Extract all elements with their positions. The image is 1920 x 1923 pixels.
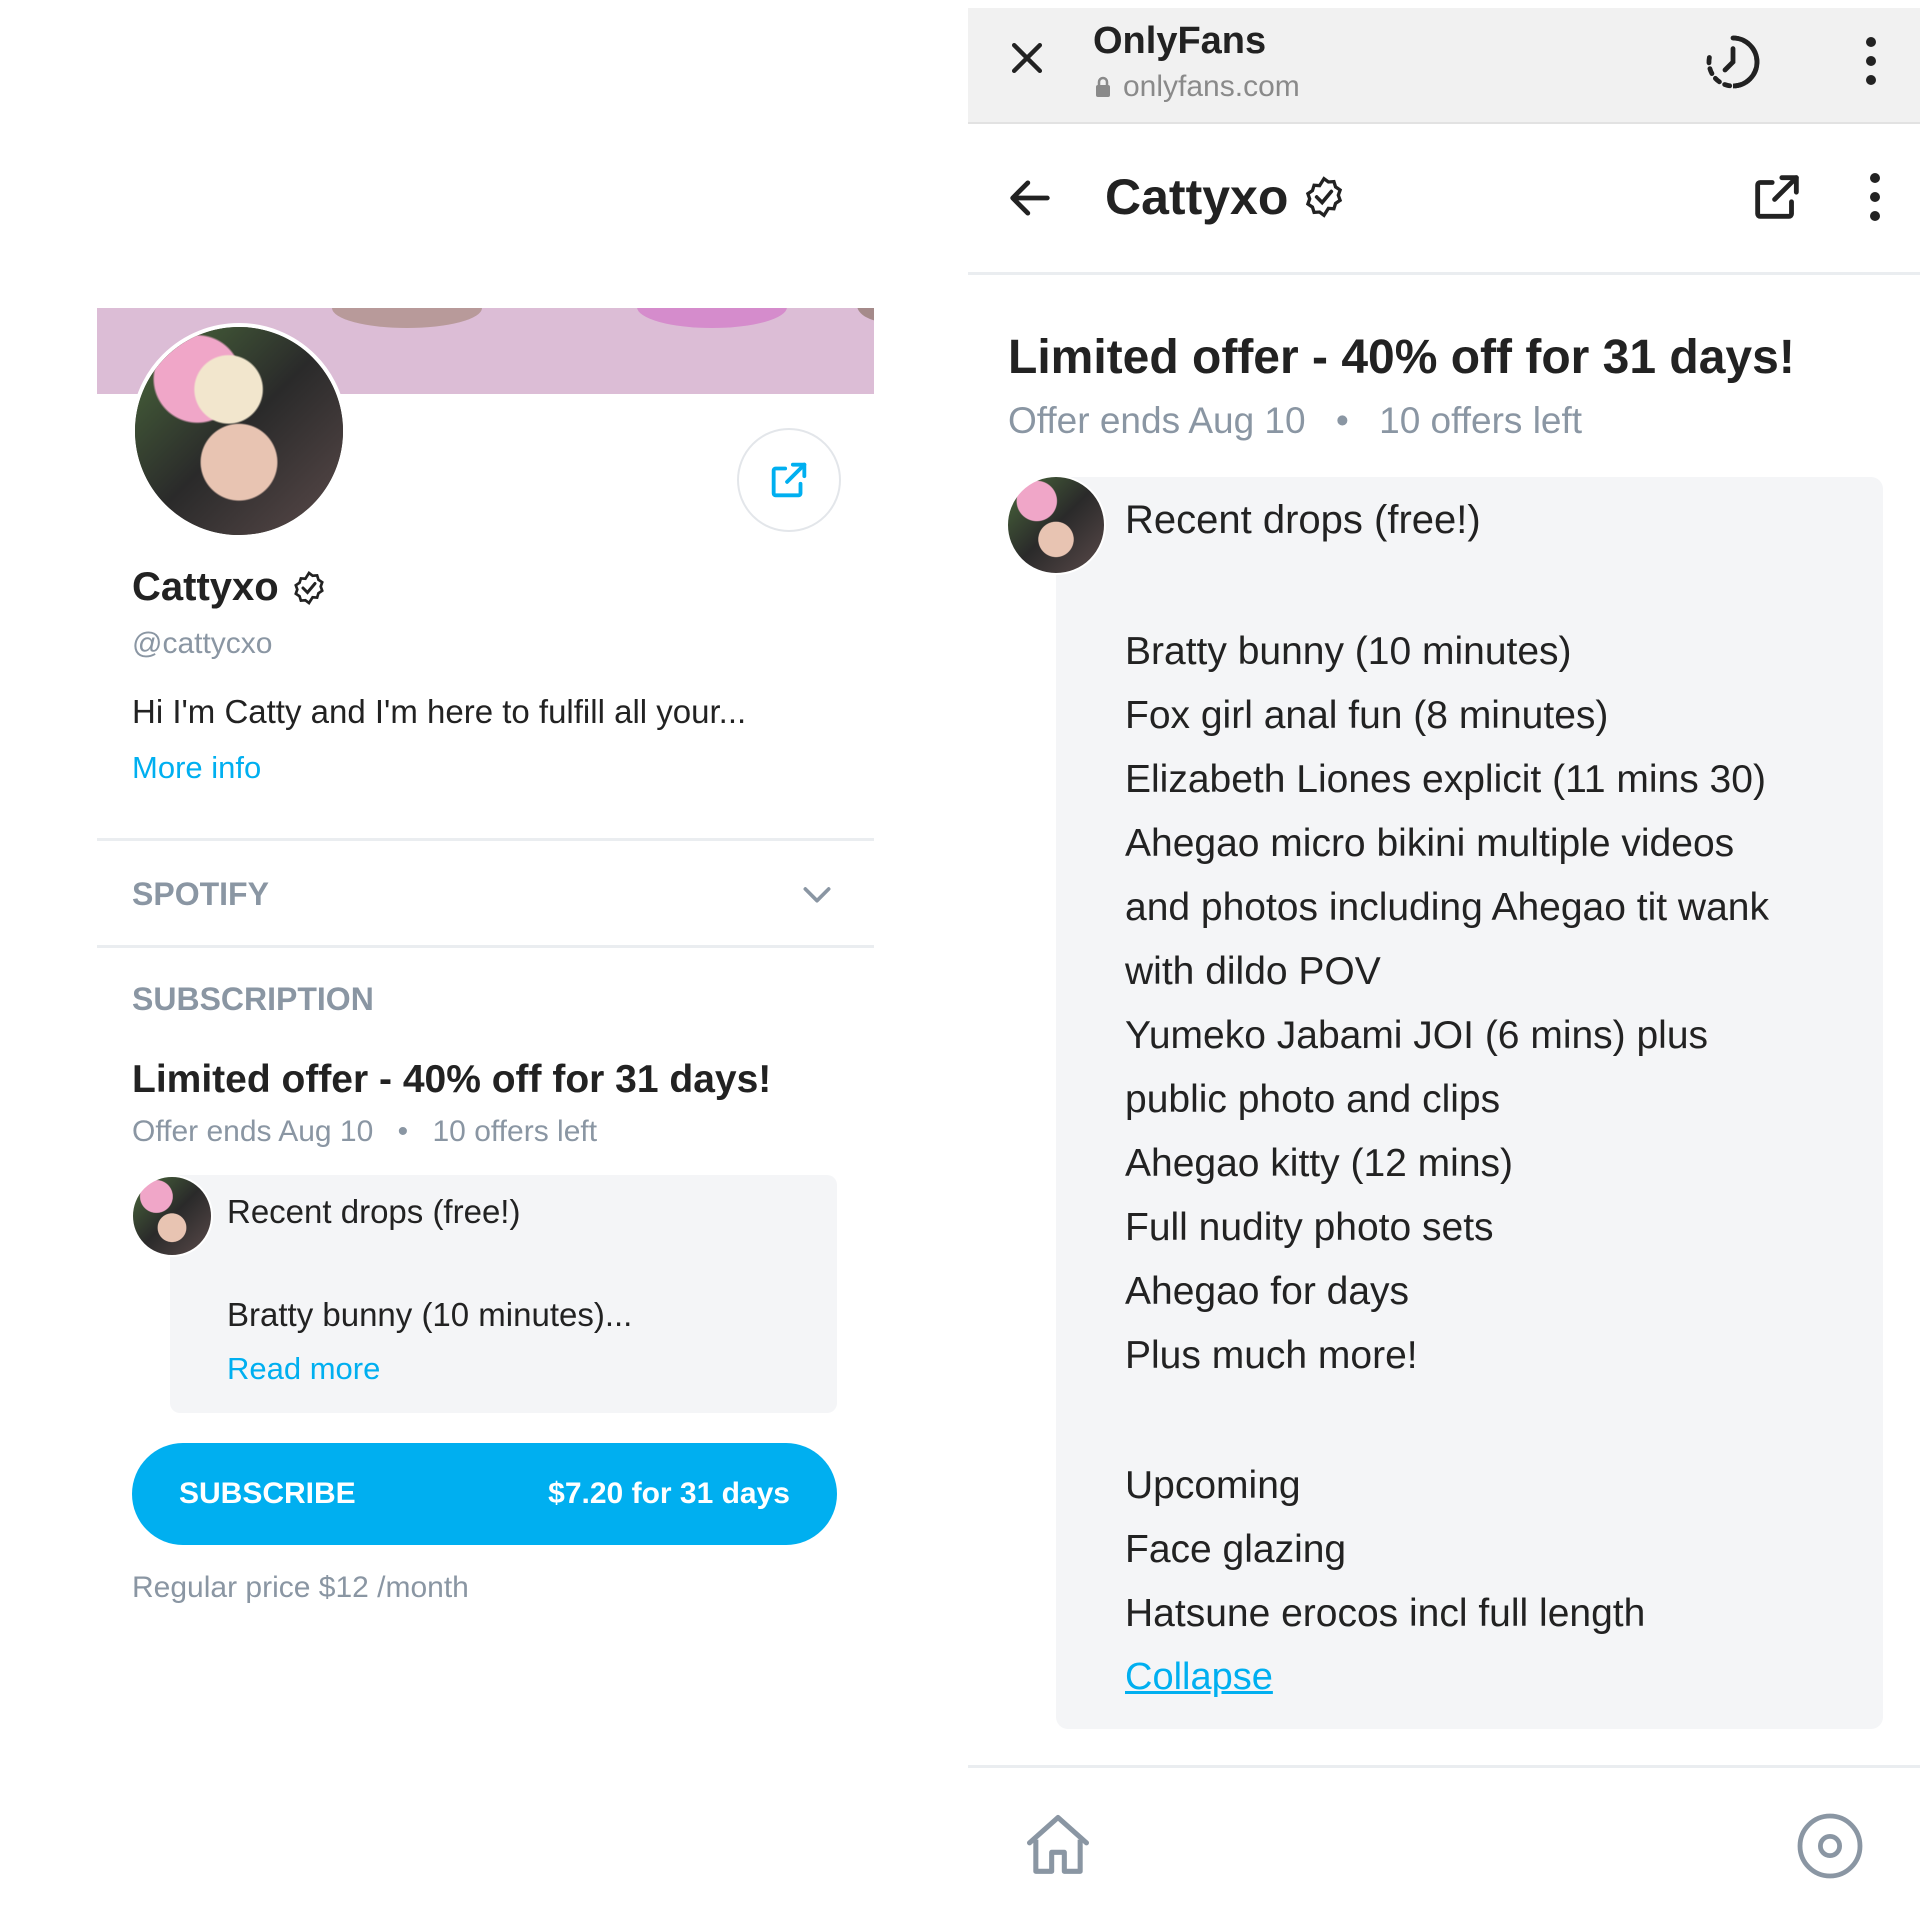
profile-icon[interactable]: [1794, 1810, 1866, 1882]
site-title: OnlyFans: [1093, 20, 1267, 62]
offer-meta: Offer ends Aug 10 • 10 offers left: [132, 1115, 598, 1148]
bottom-nav: [968, 1765, 1920, 1923]
message-avatar: [131, 1175, 213, 1257]
list-item: Full nudity photo sets: [1125, 1206, 1494, 1249]
lock-icon: [1096, 76, 1110, 97]
panel-gap: [960, 0, 968, 1920]
url-bar[interactable]: onlyfans.com: [1093, 70, 1300, 104]
offers-left: 10 offers left: [1379, 400, 1583, 441]
list-item: Bratty bunny (10 minutes): [1125, 630, 1572, 673]
list-item: Plus much more!: [1125, 1334, 1418, 1377]
message-title: Recent drops (free!): [227, 1193, 521, 1230]
browser-window: OnlyFans onlyfans.com Cattyxo Limited of…: [968, 0, 1920, 1923]
verified-icon: [293, 570, 324, 605]
share-icon[interactable]: [1748, 168, 1806, 226]
browser-bar: OnlyFans onlyfans.com: [968, 8, 1920, 124]
subscribe-label: SUBSCRIBE: [179, 1477, 356, 1510]
message-preview: Bratty bunny (10 minutes)...: [227, 1296, 633, 1333]
share-button[interactable]: [737, 428, 841, 532]
list-item: Ahegao for days: [1125, 1270, 1410, 1313]
list-item: Face glazing: [1125, 1528, 1347, 1571]
drop-list: Bratty bunny (10 minutes) Fox girl anal …: [1125, 620, 1769, 1388]
list-item: Ahegao micro bikini multiple videos: [1125, 822, 1735, 865]
subscription-label: SUBSCRIPTION: [132, 981, 374, 1017]
list-item: public photo and clips: [1125, 1078, 1501, 1121]
page-title: Cattyxo: [1105, 169, 1289, 225]
offers-left: 10 offers left: [432, 1115, 598, 1148]
offer-ends: Offer ends Aug 10: [132, 1115, 374, 1148]
page-header: Cattyxo: [968, 124, 1920, 275]
avatar[interactable]: [131, 323, 347, 539]
list-item: and photos including Ahegao tit wank: [1125, 886, 1769, 929]
home-icon[interactable]: [1020, 1808, 1096, 1884]
profile-bio: Hi I'm Catty and I'm here to fulfill all…: [132, 693, 747, 730]
subscribe-price: $7.20 for 31 days: [548, 1477, 790, 1510]
list-item: Hatsune erocos incl full length: [1125, 1592, 1646, 1635]
spotify-label: SPOTIFY: [132, 876, 269, 912]
profile-panel: Cattyxo @cattycxo Hi I'm Catty and I'm h…: [0, 0, 960, 1920]
history-icon[interactable]: [1701, 30, 1765, 94]
close-icon[interactable]: [1005, 36, 1049, 80]
back-arrow-icon[interactable]: [1004, 172, 1056, 224]
subscribe-button[interactable]: SUBSCRIBE $7.20 for 31 days: [132, 1443, 837, 1545]
more-vertical-icon[interactable]: [1865, 170, 1885, 226]
spotify-section[interactable]: SPOTIFY: [97, 841, 874, 945]
chevron-down-icon: [803, 887, 831, 903]
upcoming-list: Upcoming Face glazing Hatsune erocos inc…: [1125, 1454, 1645, 1646]
offer-title: Limited offer - 40% off for 31 days!: [1008, 331, 1795, 384]
share-icon: [771, 462, 807, 498]
message-avatar: [1006, 475, 1106, 575]
regular-price: Regular price $12 /month: [132, 1571, 469, 1604]
divider: [97, 945, 874, 948]
verified-icon: [1306, 176, 1343, 218]
list-item: Fox girl anal fun (8 minutes): [1125, 694, 1609, 737]
profile-handle: @cattycxo: [132, 627, 273, 660]
list-item: Upcoming: [1125, 1464, 1301, 1507]
profile-name: Cattyxo: [132, 565, 279, 609]
list-item: Yumeko Jabami JOI (6 mins) plus: [1125, 1014, 1709, 1057]
list-item: Ahegao kitty (12 mins): [1125, 1142, 1514, 1185]
list-item: with dildo POV: [1125, 950, 1381, 993]
more-info-link[interactable]: More info: [132, 750, 261, 786]
offer-title: Limited offer - 40% off for 31 days!: [132, 1058, 772, 1101]
list-item: Elizabeth Liones explicit (11 mins 30): [1125, 758, 1766, 801]
url-text: onlyfans.com: [1123, 70, 1300, 103]
collapse-link[interactable]: Collapse: [1125, 1656, 1273, 1699]
more-vertical-icon[interactable]: [1861, 34, 1881, 90]
read-more-link[interactable]: Read more: [227, 1351, 380, 1387]
message-title: Recent drops (free!): [1125, 498, 1481, 542]
offer-meta: Offer ends Aug 10 • 10 offers left: [1008, 400, 1583, 441]
offer-ends: Offer ends Aug 10: [1008, 400, 1306, 441]
